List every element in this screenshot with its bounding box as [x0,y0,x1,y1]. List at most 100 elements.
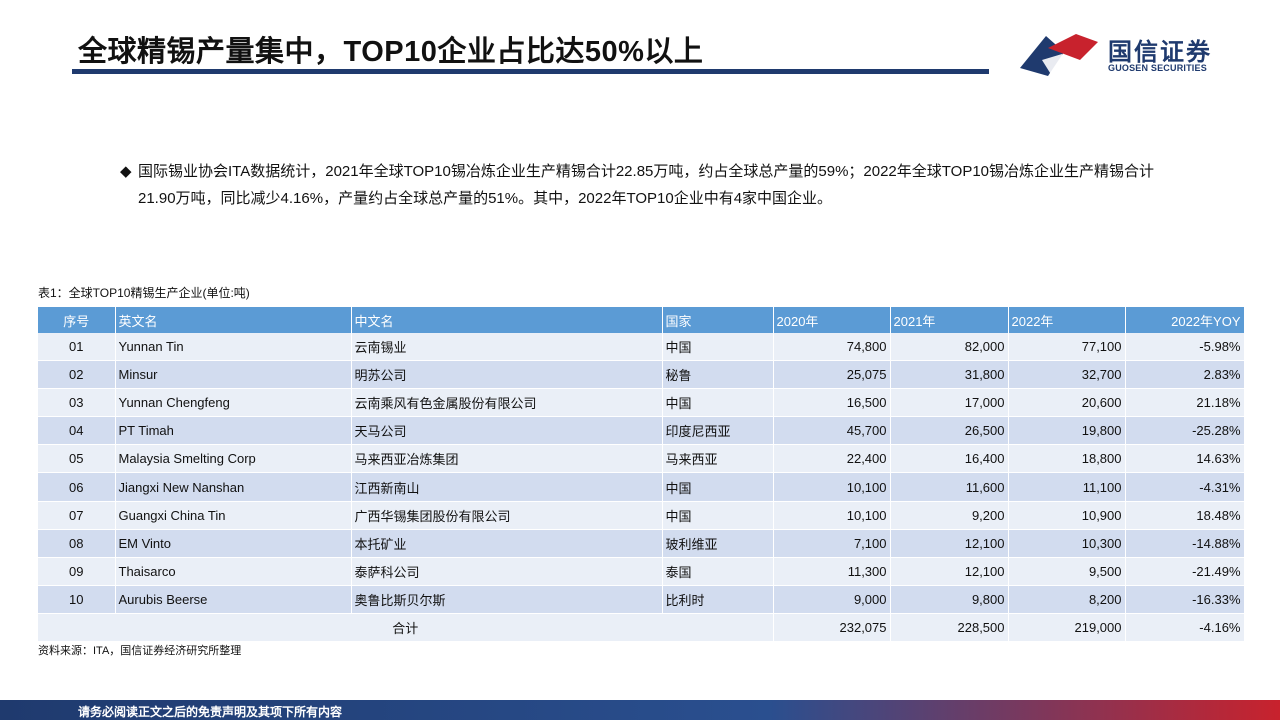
cell-yoy: 14.63% [1125,444,1245,474]
col-header-2021: 2021年 [890,307,1009,333]
table-row: 02 Minsur 明苏公司 秘鲁 25,075 31,800 32,700 2… [38,360,1245,390]
cell-index: 06 [38,472,116,502]
production-table: 序号 英文名 中文名 国家 2020年 2021年 2022年 2022年YOY… [38,307,1245,643]
total-2020: 232,075 [773,613,891,643]
cell-chinese-name: 奥鲁比斯贝尔斯 [351,585,663,614]
cell-country: 秘鲁 [662,360,774,390]
cell-2022: 10,300 [1008,529,1126,558]
cell-chinese-name: 云南乘风有色金属股份有限公司 [351,388,663,418]
table-row: 03 Yunnan Chengfeng 云南乘风有色金属股份有限公司 中国 16… [38,388,1245,418]
cell-2022: 10,900 [1008,501,1126,530]
summary-text: 国际锡业协会ITA数据统计，2021年全球TOP10锡冶炼企业生产精锡合计22.… [138,163,1155,207]
table-row: 08 EM Vinto 本托矿业 玻利维亚 7,100 12,100 10,30… [38,529,1245,558]
cell-yoy: 2.83% [1125,360,1245,390]
cell-country: 比利时 [662,585,774,614]
diamond-bullet-icon: ◆ [120,163,132,180]
cell-2021: 11,600 [890,472,1009,502]
cell-2021: 26,500 [890,416,1009,446]
cell-2021: 9,800 [890,585,1009,614]
cell-chinese-name: 广西华锡集团股份有限公司 [351,501,663,530]
cell-yoy: 18.48% [1125,501,1245,530]
cell-country: 玻利维亚 [662,529,774,558]
cell-2021: 16,400 [890,444,1009,474]
cell-yoy: 21.18% [1125,388,1245,418]
cell-index: 05 [38,444,116,474]
cell-2020: 45,700 [773,416,891,446]
cell-chinese-name: 本托矿业 [351,529,663,558]
cell-english-name: Jiangxi New Nanshan [115,472,352,502]
cell-english-name: PT Timah [115,416,352,446]
cell-2020: 25,075 [773,360,891,390]
table-row: 01 Yunnan Tin 云南锡业 中国 74,800 82,000 77,1… [38,333,1245,362]
cell-yoy: -25.28% [1125,416,1245,446]
table-row: 07 Guangxi China Tin 广西华锡集团股份有限公司 中国 10,… [38,501,1245,530]
table-header-row: 序号 英文名 中文名 国家 2020年 2021年 2022年 2022年YOY [38,307,1245,333]
cell-2022: 8,200 [1008,585,1126,614]
cell-english-name: Minsur [115,360,352,390]
col-header-2022: 2022年 [1008,307,1126,333]
footer-disclaimer: 请务必阅读正文之后的免责声明及其项下所有内容 [78,705,343,719]
cell-2020: 7,100 [773,529,891,558]
cell-country: 印度尼西亚 [662,416,774,446]
cell-english-name: Yunnan Tin [115,333,352,362]
cell-2022: 19,800 [1008,416,1126,446]
table-row: 06 Jiangxi New Nanshan 江西新南山 中国 10,100 1… [38,472,1245,502]
cell-2022: 32,700 [1008,360,1126,390]
col-header-country: 国家 [662,307,774,333]
cell-yoy: -14.88% [1125,529,1245,558]
total-2021: 228,500 [890,613,1009,643]
cell-2022: 18,800 [1008,444,1126,474]
guosen-logo: 国信证券 GUOSEN SECURITIES [1018,30,1218,78]
source-note: 资料来源：ITA，国信证券经济研究所整理 [38,645,242,657]
cell-country: 中国 [662,388,774,418]
cell-2020: 16,500 [773,388,891,418]
cell-2021: 82,000 [890,333,1009,362]
cell-chinese-name: 江西新南山 [351,472,663,502]
cell-yoy: -21.49% [1125,557,1245,586]
col-header-index: 序号 [38,307,116,333]
table-caption: 表1：全球TOP10精锡生产企业(单位:吨) [38,286,250,300]
cell-2020: 10,100 [773,472,891,502]
cell-index: 09 [38,557,116,586]
cell-country: 马来西亚 [662,444,774,474]
cell-2021: 17,000 [890,388,1009,418]
summary-bullet: ◆ 国际锡业协会ITA数据统计，2021年全球TOP10锡冶炼企业生产精锡合计2… [120,158,1170,212]
cell-country: 泰国 [662,557,774,586]
cell-index: 04 [38,416,116,446]
cell-yoy: -16.33% [1125,585,1245,614]
cell-chinese-name: 泰萨科公司 [351,557,663,586]
cell-english-name: Yunnan Chengfeng [115,388,352,418]
table-row: 04 PT Timah 天马公司 印度尼西亚 45,700 26,500 19,… [38,416,1245,446]
cell-2020: 10,100 [773,501,891,530]
cell-2020: 9,000 [773,585,891,614]
cell-chinese-name: 云南锡业 [351,333,663,362]
cell-2021: 12,100 [890,529,1009,558]
cell-index: 01 [38,333,116,362]
cell-english-name: Aurubis Beerse [115,585,352,614]
table-row: 10 Aurubis Beerse 奥鲁比斯贝尔斯 比利时 9,000 9,80… [38,585,1245,614]
logo-english-name: GUOSEN SECURITIES [1108,63,1207,73]
cell-2022: 77,100 [1008,333,1126,362]
cell-chinese-name: 马来西亚冶炼集团 [351,444,663,474]
cell-2021: 12,100 [890,557,1009,586]
table-row: 09 Thaisarco 泰萨科公司 泰国 11,300 12,100 9,50… [38,557,1245,586]
total-label: 合计 [38,613,774,643]
cell-yoy: -5.98% [1125,333,1245,362]
cell-chinese-name: 明苏公司 [351,360,663,390]
col-header-2020: 2020年 [773,307,891,333]
cell-index: 08 [38,529,116,558]
cell-english-name: Malaysia Smelting Corp [115,444,352,474]
table-row: 05 Malaysia Smelting Corp 马来西亚冶炼集团 马来西亚 … [38,444,1245,474]
table-total-row: 合计 232,075 228,500 219,000 -4.16% [38,613,1245,643]
cell-2020: 22,400 [773,444,891,474]
cell-country: 中国 [662,501,774,530]
cell-chinese-name: 天马公司 [351,416,663,446]
cell-index: 03 [38,388,116,418]
cell-english-name: Thaisarco [115,557,352,586]
cell-country: 中国 [662,472,774,502]
cell-index: 10 [38,585,116,614]
cell-yoy: -4.31% [1125,472,1245,502]
cell-index: 02 [38,360,116,390]
cell-country: 中国 [662,333,774,362]
cell-2020: 74,800 [773,333,891,362]
